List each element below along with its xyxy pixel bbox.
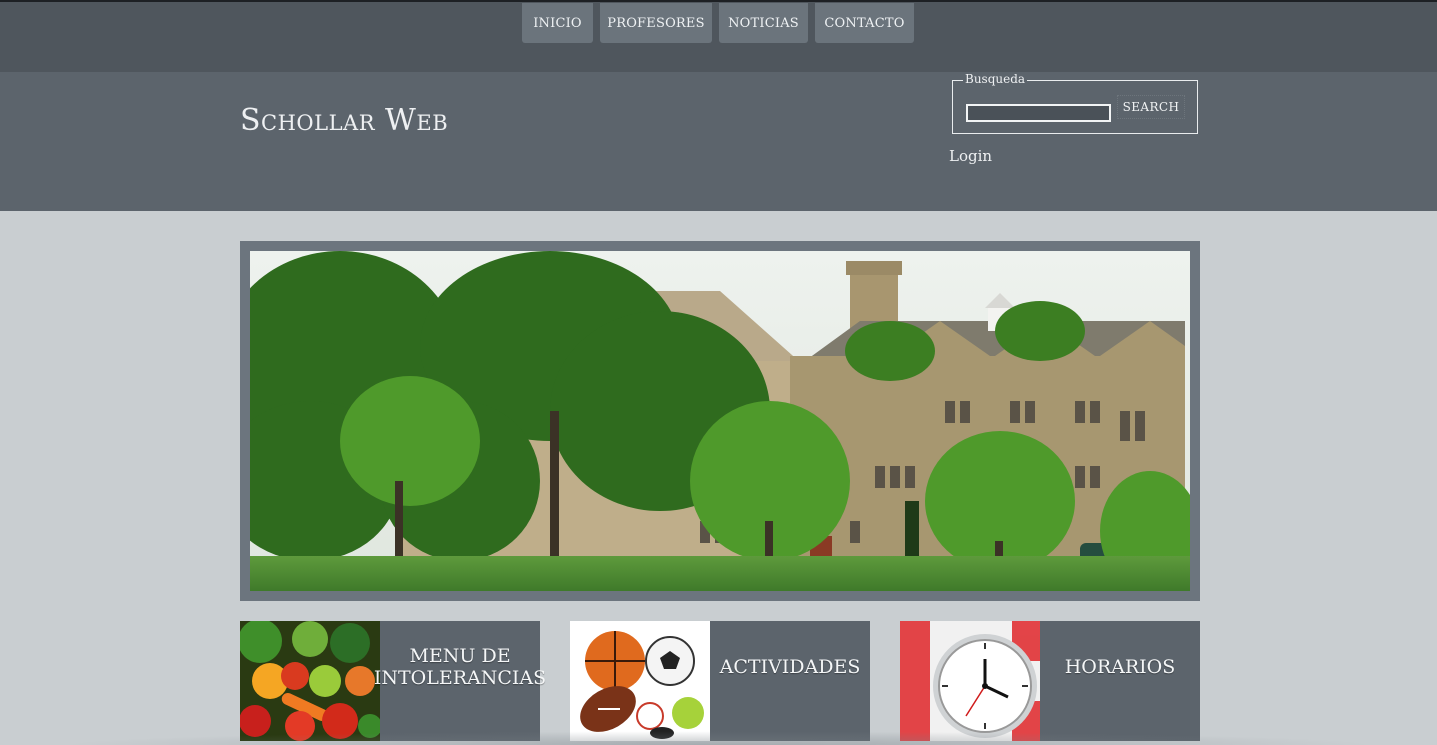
hero-frame [240, 241, 1200, 601]
card-label: MENU DE INTOLERANCIAS [373, 645, 547, 689]
nav-item-inicio[interactable]: INICIO [522, 3, 593, 43]
card-label: ACTIVIDADES [719, 656, 861, 678]
nav-item-noticias[interactable]: NOTICIAS [719, 3, 808, 43]
footer-shadow [60, 731, 1377, 745]
search-button[interactable]: SEARCH [1117, 95, 1185, 119]
nav-item-profesores[interactable]: PROFESORES [600, 3, 712, 43]
site-title: Schollar Web [240, 103, 449, 138]
search-box: Busqueda SEARCH [952, 72, 1198, 134]
card-menu-intolerancias[interactable]: MENU DE INTOLERANCIAS [240, 621, 547, 741]
card-horarios[interactable]: HORARIOS [900, 621, 1200, 741]
sports-balls-photo [570, 621, 710, 741]
search-legend: Busqueda [963, 72, 1028, 86]
search-input[interactable] [966, 104, 1111, 122]
school-building-photo [250, 251, 1190, 591]
wall-clock-photo [900, 621, 1040, 741]
vegetables-photo [240, 621, 380, 741]
site-header [0, 72, 1437, 211]
top-navigation-bar: INICIO PROFESORES NOTICIAS CONTACTO [0, 0, 1437, 72]
card-label: HORARIOS [1064, 656, 1176, 678]
card-actividades[interactable]: ACTIVIDADES [570, 621, 870, 741]
nav-item-contacto[interactable]: CONTACTO [815, 3, 914, 43]
login-link[interactable]: Login [949, 147, 992, 165]
